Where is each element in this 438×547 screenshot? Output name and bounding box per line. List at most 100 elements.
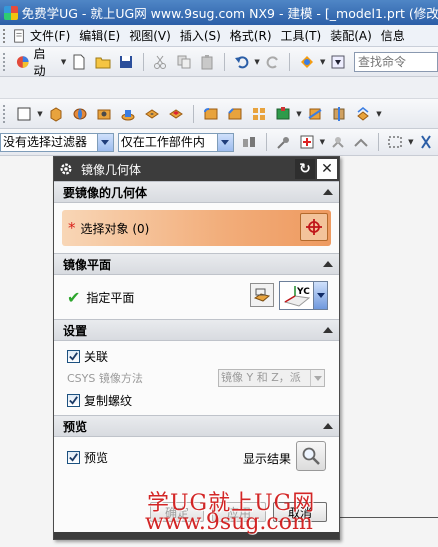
copy-button[interactable] bbox=[174, 52, 193, 72]
pad-button[interactable] bbox=[166, 104, 186, 124]
toolbar-separator bbox=[223, 52, 225, 71]
menu-insert[interactable]: 插入(S) bbox=[180, 27, 230, 44]
menu-information[interactable]: 信息 bbox=[381, 27, 414, 44]
check-icon bbox=[69, 395, 78, 405]
offset-face-button[interactable] bbox=[353, 104, 373, 124]
paste-button[interactable] bbox=[197, 52, 216, 72]
menu-grip[interactable] bbox=[3, 28, 7, 43]
type-filter-combo[interactable]: 没有选择过滤器 bbox=[0, 132, 114, 152]
command-finder-icon bbox=[301, 55, 314, 68]
cut-button[interactable] bbox=[151, 52, 170, 72]
edge-blend-button[interactable] bbox=[201, 104, 221, 124]
collapse-arrow-icon[interactable] bbox=[319, 322, 337, 338]
selection-scope-dropdown-icon[interactable] bbox=[216, 133, 233, 151]
pocket-button[interactable] bbox=[142, 104, 162, 124]
unite-dropdown-icon[interactable]: ▼ bbox=[295, 110, 303, 118]
select-feature-icon bbox=[354, 138, 368, 147]
command-search-input[interactable] bbox=[353, 51, 438, 72]
more-features-dropdown-icon[interactable]: ▼ bbox=[375, 110, 383, 118]
boss-button[interactable] bbox=[118, 104, 138, 124]
open-file-button[interactable] bbox=[93, 52, 112, 72]
quick-pick-button[interactable] bbox=[328, 132, 347, 152]
show-result-button[interactable] bbox=[296, 441, 326, 471]
point-constructor-button[interactable] bbox=[297, 132, 316, 152]
associative-row[interactable]: 关联 bbox=[54, 345, 339, 367]
menu-file[interactable]: 文件(F) bbox=[12, 27, 79, 44]
sketch-icon bbox=[17, 107, 31, 120]
type-filter-dropdown-icon[interactable] bbox=[96, 133, 113, 151]
window-title: 免费学UG - 就上UG网 www.9sug.com NX9 - 建模 - [_… bbox=[21, 6, 438, 21]
close-icon[interactable]: ✕ bbox=[317, 159, 337, 179]
trim-body-button[interactable] bbox=[305, 104, 325, 124]
feature-toolbar: ▼ ▼ ▼ bbox=[0, 99, 438, 129]
check-icon bbox=[69, 452, 78, 462]
select-feature-button[interactable] bbox=[351, 132, 370, 152]
selection-scope-combo[interactable]: 仅在工作部件内 bbox=[117, 132, 234, 152]
menu-view[interactable]: 视图(V) bbox=[129, 27, 180, 44]
toolbar-options-icon bbox=[331, 55, 345, 68]
command-finder-dropdown-icon[interactable]: ▼ bbox=[319, 58, 327, 66]
start-dropdown-icon[interactable]: ▼ bbox=[60, 58, 68, 66]
rectangle-select-button[interactable] bbox=[386, 132, 405, 152]
plane-type-combo[interactable]: YC bbox=[279, 281, 328, 310]
menu-assembly[interactable]: 装配(A) bbox=[330, 27, 381, 44]
snap-point-icon bbox=[276, 137, 289, 149]
save-button[interactable] bbox=[116, 52, 135, 72]
assembly-filter-button[interactable] bbox=[240, 132, 259, 152]
new-file-button[interactable] bbox=[69, 52, 88, 72]
chamfer-button[interactable] bbox=[225, 104, 245, 124]
pattern-button[interactable] bbox=[249, 104, 269, 124]
geometry-section-header[interactable]: 要镜像的几何体 bbox=[54, 181, 339, 203]
deselect-button[interactable] bbox=[417, 132, 436, 152]
sketch-button[interactable] bbox=[14, 104, 34, 124]
command-finder-button[interactable] bbox=[297, 52, 316, 72]
sketch-dropdown-icon[interactable]: ▼ bbox=[36, 110, 44, 118]
copy-icon bbox=[177, 55, 191, 68]
menu-bar: 文件(F) 编辑(E) 视图(V) 插入(S) 格式(R) 工具(T) 装配(A… bbox=[0, 25, 438, 47]
toolbar-grip[interactable] bbox=[3, 104, 7, 123]
select-object-button[interactable] bbox=[300, 213, 328, 241]
collapse-arrow-icon[interactable] bbox=[319, 184, 337, 200]
gear-icon[interactable] bbox=[57, 160, 75, 178]
menu-format[interactable]: 格式(R) bbox=[230, 27, 281, 44]
select-object-row[interactable]: * 选择对象 (0) bbox=[62, 210, 331, 246]
start-button[interactable]: 启动 bbox=[12, 47, 60, 78]
snap-point-button[interactable] bbox=[274, 132, 293, 152]
copy-threads-checkbox[interactable] bbox=[67, 393, 80, 407]
toolbar-grip[interactable] bbox=[3, 52, 7, 71]
reset-icon[interactable]: ↻ bbox=[295, 159, 315, 179]
dialog-title-bar[interactable]: 镜像几何体 ↻ ✕ bbox=[54, 157, 339, 181]
undo-button[interactable] bbox=[232, 52, 251, 72]
plane-section-header[interactable]: 镜像平面 bbox=[54, 253, 339, 275]
chamfer-icon bbox=[228, 107, 242, 119]
preview-checkbox[interactable] bbox=[67, 450, 80, 464]
preview-section-header[interactable]: 预览 bbox=[54, 415, 339, 437]
copy-threads-row[interactable]: 复制螺纹 bbox=[54, 389, 339, 411]
split-body-button[interactable] bbox=[329, 104, 349, 124]
preview-label: 预览 bbox=[84, 450, 109, 465]
menu-tools[interactable]: 工具(T) bbox=[281, 27, 331, 44]
file-menu-icon bbox=[14, 28, 24, 43]
hole-button[interactable] bbox=[94, 104, 114, 124]
settings-section-header[interactable]: 设置 bbox=[54, 319, 339, 341]
collapse-arrow-icon[interactable] bbox=[319, 418, 337, 434]
yc-axis-shape: YC bbox=[283, 285, 310, 307]
hole-icon bbox=[97, 109, 111, 119]
assembly-filter-icon bbox=[243, 137, 256, 147]
toolbar-options-button[interactable] bbox=[329, 52, 348, 72]
plane-dialog-button[interactable] bbox=[250, 283, 274, 307]
associative-checkbox[interactable] bbox=[67, 349, 80, 363]
unite-button[interactable] bbox=[273, 104, 293, 124]
revolve-button[interactable] bbox=[70, 104, 90, 124]
collapse-arrow-icon[interactable] bbox=[319, 256, 337, 272]
extrude-button[interactable] bbox=[46, 104, 66, 124]
point-dropdown-icon[interactable]: ▼ bbox=[318, 138, 326, 146]
redo-button[interactable] bbox=[263, 52, 282, 72]
standard-toolbar: 启动 ▼ ▼ ▼ bbox=[0, 47, 438, 78]
open-folder-icon bbox=[95, 57, 111, 68]
plane-type-dropdown-icon[interactable] bbox=[313, 282, 327, 309]
rectangle-select-dropdown-icon[interactable]: ▼ bbox=[407, 138, 415, 146]
menu-edit[interactable]: 编辑(E) bbox=[79, 27, 129, 44]
quick-pick-icon bbox=[332, 137, 344, 148]
undo-dropdown-icon[interactable]: ▼ bbox=[253, 58, 261, 66]
